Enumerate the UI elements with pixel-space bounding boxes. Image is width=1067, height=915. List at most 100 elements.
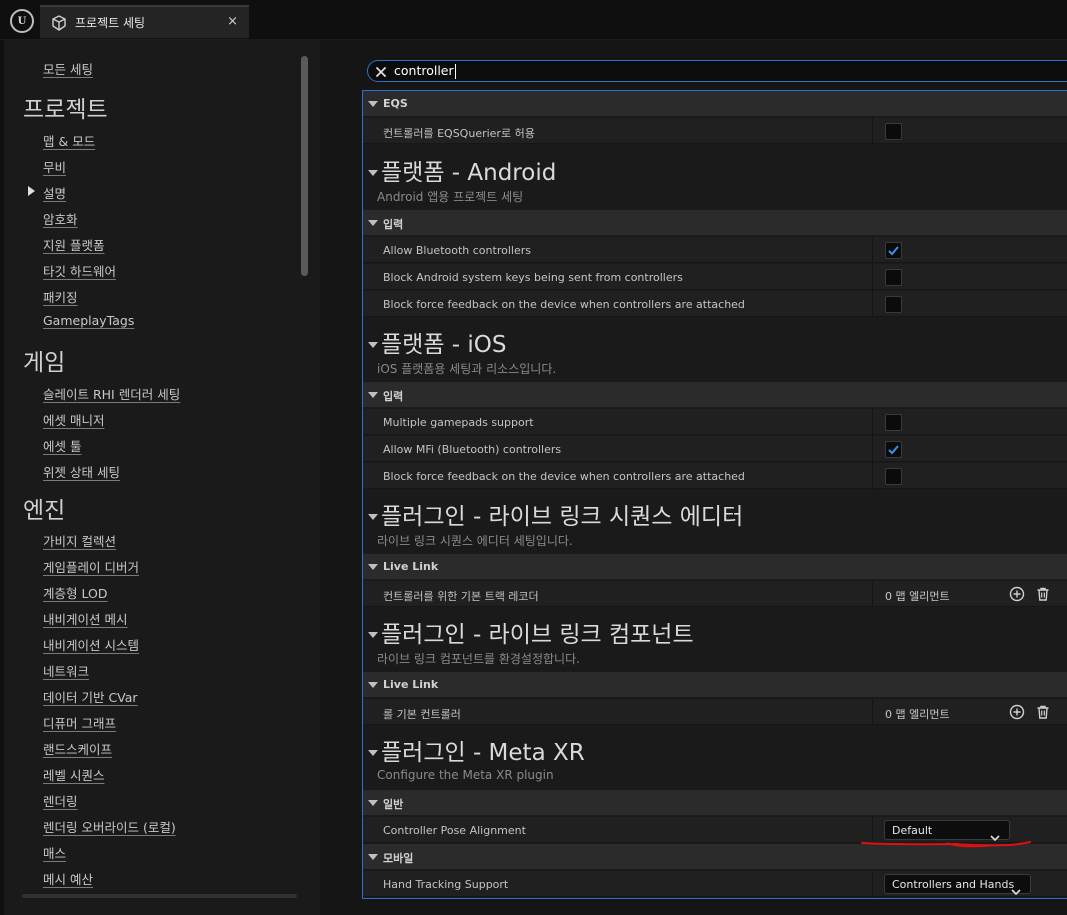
sidebar-item[interactable]: 암호화 bbox=[43, 209, 78, 228]
column-divider[interactable] bbox=[872, 291, 873, 317]
collapse-arrow-icon[interactable] bbox=[368, 854, 378, 860]
property-row: Block Android system keys being sent fro… bbox=[363, 264, 1067, 290]
sidebar-item[interactable]: 렌더링 bbox=[43, 791, 78, 810]
category-eqs[interactable]: EQS bbox=[363, 91, 1067, 117]
collapse-arrow-icon[interactable] bbox=[368, 632, 378, 638]
tab-title: 프로젝트 세팅 bbox=[75, 16, 146, 30]
category-general[interactable]: 일반 bbox=[363, 790, 1067, 816]
add-element-icon[interactable] bbox=[1009, 586, 1025, 602]
property-row: Hand Tracking Support Controllers and Ha… bbox=[363, 871, 1067, 897]
sidebar-item[interactable]: GameplayTags bbox=[43, 313, 134, 328]
sidebar-item[interactable]: 메시 예산 bbox=[43, 869, 93, 888]
collapse-arrow-icon[interactable] bbox=[368, 392, 378, 398]
checkbox[interactable] bbox=[885, 123, 902, 140]
close-icon[interactable]: × bbox=[227, 14, 238, 29]
category-input[interactable]: 입력 bbox=[363, 382, 1067, 408]
tab-project-settings[interactable]: 프로젝트 세팅 × bbox=[40, 5, 249, 38]
chevron-down-icon bbox=[990, 827, 1000, 842]
category-live-link[interactable]: Live Link bbox=[363, 554, 1067, 580]
sidebar-item[interactable]: 설명 bbox=[43, 183, 66, 202]
trash-icon[interactable] bbox=[1035, 586, 1051, 602]
checkbox[interactable] bbox=[885, 296, 902, 313]
sidebar-scrollbar[interactable] bbox=[301, 56, 308, 276]
collapse-arrow-icon[interactable] bbox=[368, 682, 378, 688]
sidebar-item[interactable]: 레벨 시퀀스 bbox=[43, 765, 104, 784]
map-element-count: 0 맵 엘리먼트 bbox=[885, 708, 950, 721]
category-live-link[interactable]: Live Link bbox=[363, 672, 1067, 698]
sidebar-item[interactable]: 랜드스케이프 bbox=[43, 739, 112, 758]
section-android: 플랫폼 - Android Android 앱용 프로젝트 세팅 bbox=[363, 153, 1067, 209]
trash-icon[interactable] bbox=[1035, 704, 1051, 720]
dropdown-value: Controllers and Hands bbox=[892, 878, 1015, 891]
add-element-icon[interactable] bbox=[1009, 704, 1025, 720]
column-divider[interactable] bbox=[872, 463, 873, 489]
sidebar-item[interactable]: 에셋 매니저 bbox=[43, 410, 104, 429]
checkbox-checked[interactable] bbox=[885, 242, 902, 259]
sidebar-item-all-settings[interactable]: 모든 세팅 bbox=[43, 59, 93, 78]
clear-search-icon[interactable] bbox=[374, 64, 388, 78]
collapse-arrow-icon[interactable] bbox=[368, 750, 378, 756]
sidebar-item[interactable]: 무비 bbox=[43, 157, 66, 176]
column-divider[interactable] bbox=[872, 118, 873, 144]
property-label: Block Android system keys being sent fro… bbox=[383, 271, 683, 284]
collapse-arrow-icon[interactable] bbox=[368, 564, 378, 570]
section-livelink-sequence-editor: 플러그인 - 라이브 링크 시퀀스 에디터 라이브 링크 시퀀스 에디터 세팅입… bbox=[363, 497, 1067, 553]
checkbox[interactable] bbox=[885, 414, 902, 431]
collapse-arrow-icon[interactable] bbox=[368, 170, 378, 176]
sidebar-item[interactable]: 렌더링 오버라이드 (로컬) bbox=[43, 817, 176, 836]
property-row: 컨트롤러를 EQSQuerier로 허용 bbox=[363, 118, 1067, 144]
hand-tracking-dropdown[interactable]: Controllers and Hands bbox=[884, 874, 1031, 896]
category-label: 입력 bbox=[383, 390, 404, 403]
sidebar-item[interactable]: 매스 bbox=[43, 843, 66, 862]
sidebar-item[interactable]: 디퓨머 그래프 bbox=[43, 713, 116, 732]
section-title: 플러그인 - 라이브 링크 컴포넌트 bbox=[381, 622, 694, 648]
column-divider[interactable] bbox=[872, 409, 873, 435]
collapse-arrow-icon[interactable] bbox=[368, 220, 378, 226]
sidebar-item[interactable]: 위젯 상태 세팅 bbox=[43, 462, 120, 481]
sidebar-item[interactable]: 타깃 하드웨어 bbox=[43, 261, 116, 280]
sidebar-item[interactable]: 지원 플랫폼 bbox=[43, 235, 104, 254]
section-subtitle: 라이브 링크 컴포넌트를 환경설정합니다. bbox=[377, 652, 580, 666]
sidebar-item[interactable]: 네트워크 bbox=[43, 661, 89, 680]
property-label: Block force feedback on the device when … bbox=[383, 470, 745, 483]
section-livelink-component: 플러그인 - 라이브 링크 컴포넌트 라이브 링크 컴포넌트를 환경설정합니다. bbox=[363, 615, 1067, 671]
search-box[interactable]: controller bbox=[367, 60, 1067, 82]
details-panel: EQS 컨트롤러를 EQSQuerier로 허용 플랫폼 - Android A… bbox=[362, 90, 1067, 899]
checkbox[interactable] bbox=[885, 468, 902, 485]
sidebar-item[interactable]: 패키징 bbox=[43, 287, 78, 306]
expand-arrow-icon[interactable] bbox=[28, 186, 35, 196]
category-input[interactable]: 입력 bbox=[363, 210, 1067, 236]
collapse-arrow-icon[interactable] bbox=[368, 800, 378, 806]
column-divider[interactable] bbox=[872, 237, 873, 263]
column-divider[interactable] bbox=[872, 581, 873, 607]
sidebar-item[interactable]: 게임플레이 디버거 bbox=[43, 557, 139, 576]
sidebar-heading-engine: 엔진 bbox=[23, 498, 66, 524]
sidebar-item[interactable]: 맵 & 모드 bbox=[43, 131, 95, 150]
sidebar-item[interactable]: 계층형 LOD bbox=[43, 583, 107, 602]
collapse-arrow-icon[interactable] bbox=[368, 342, 378, 348]
column-divider[interactable] bbox=[872, 264, 873, 290]
column-divider[interactable] bbox=[872, 436, 873, 462]
section-title: 플랫폼 - Android bbox=[381, 160, 557, 186]
sidebar-horizontal-scrollbar[interactable] bbox=[22, 894, 297, 898]
sidebar-item[interactable]: 내비게이션 메시 bbox=[43, 609, 127, 628]
collapse-arrow-icon[interactable] bbox=[368, 514, 378, 520]
property-label: Block force feedback on the device when … bbox=[383, 298, 745, 311]
red-underline-annotation bbox=[861, 841, 1031, 848]
collapse-arrow-icon[interactable] bbox=[368, 101, 378, 107]
property-row: Block force feedback on the device when … bbox=[363, 463, 1067, 489]
property-row: Allow Bluetooth controllers bbox=[363, 237, 1067, 263]
sidebar-item[interactable]: 슬레이트 RHI 렌더러 세팅 bbox=[43, 384, 180, 403]
sidebar-item[interactable]: 내비게이션 시스템 bbox=[43, 635, 139, 654]
sidebar-item[interactable]: 데이터 기반 CVar bbox=[43, 687, 138, 706]
sidebar-item[interactable]: 가비지 컬렉션 bbox=[43, 531, 116, 550]
section-subtitle: iOS 플랫폼용 세팅과 리소스입니다. bbox=[377, 362, 557, 376]
checkbox[interactable] bbox=[885, 269, 902, 286]
sidebar-item[interactable]: 에셋 툴 bbox=[43, 436, 81, 455]
sidebar-heading-game: 게임 bbox=[23, 350, 66, 376]
column-divider[interactable] bbox=[872, 871, 873, 897]
column-divider[interactable] bbox=[872, 699, 873, 725]
unreal-logo-icon[interactable]: U bbox=[10, 9, 34, 33]
search-input[interactable]: controller bbox=[394, 63, 454, 78]
checkbox-checked[interactable] bbox=[885, 441, 902, 458]
